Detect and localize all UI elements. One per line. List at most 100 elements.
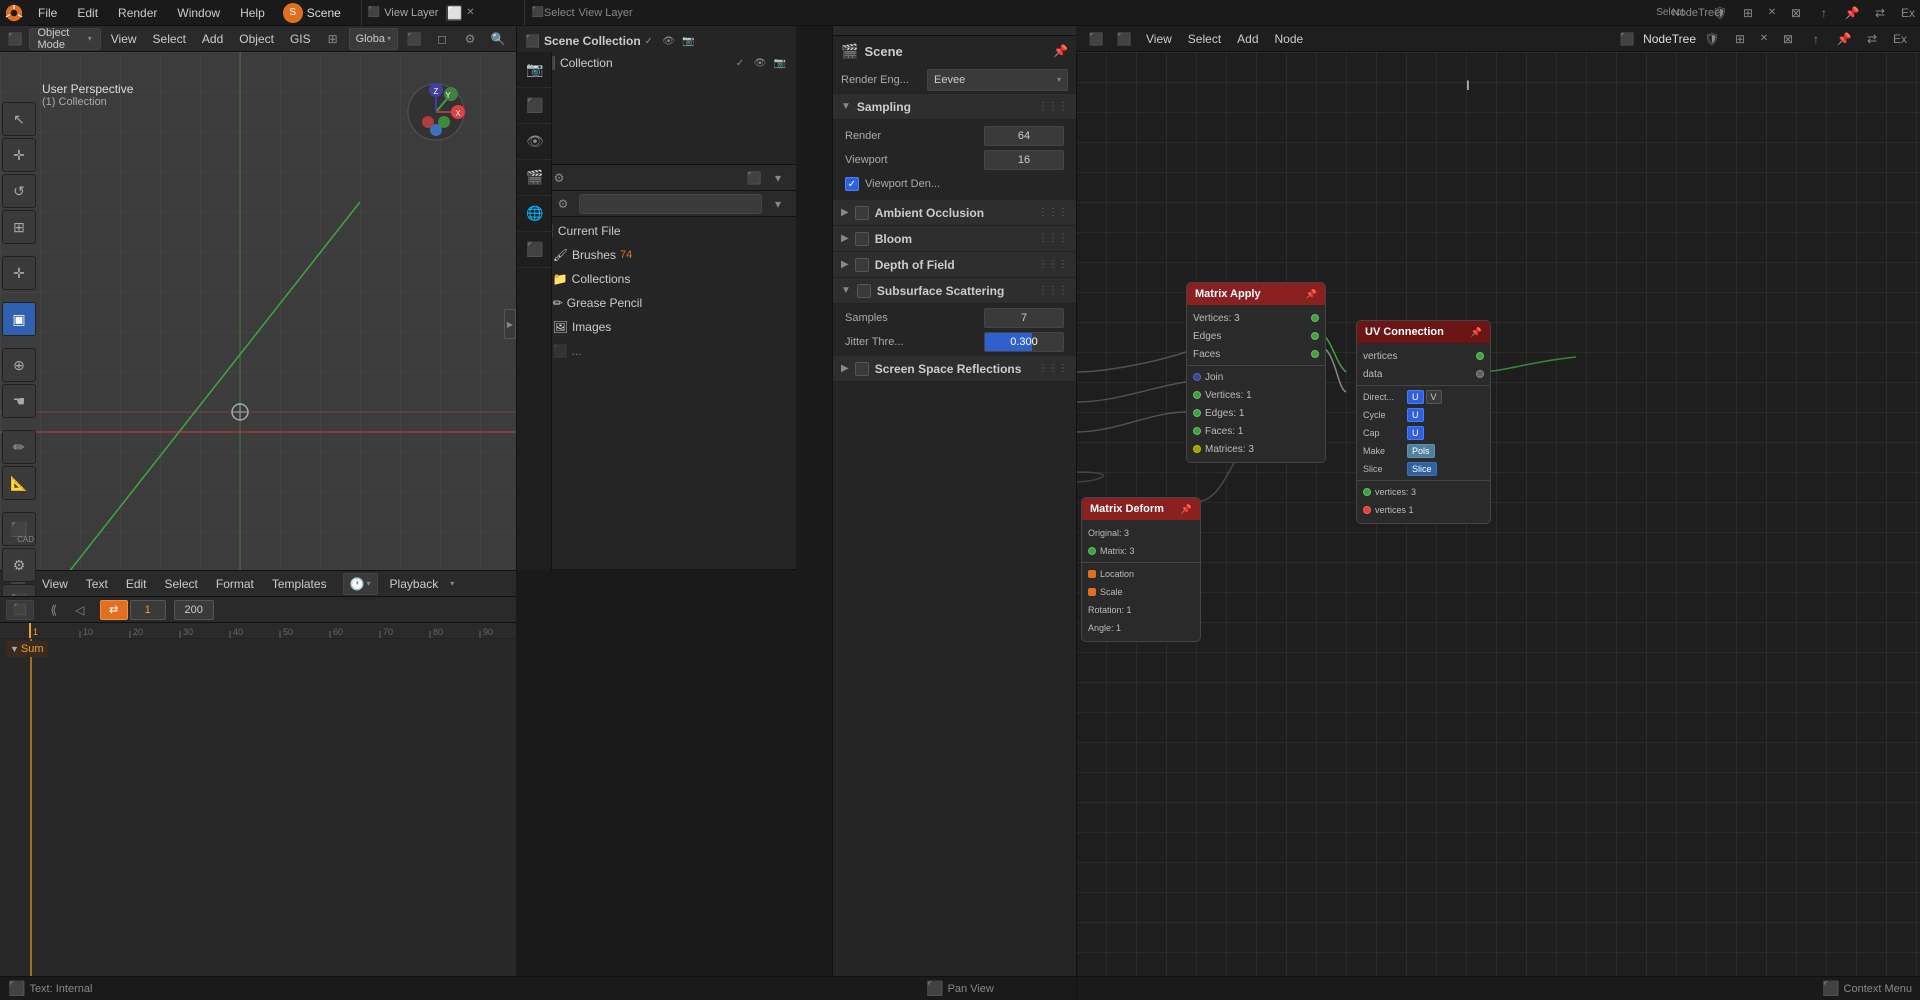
scene-pin-btn[interactable]: 📌 xyxy=(1053,44,1068,58)
timeline-view-menu[interactable]: View xyxy=(36,573,74,595)
uv-slice-btn[interactable]: Slice xyxy=(1407,462,1437,476)
cube-btn[interactable]: ⬛ xyxy=(2,584,36,596)
sss-checkbox[interactable] xyxy=(857,284,871,298)
search-icon[interactable]: 🔍 xyxy=(486,28,510,50)
menu-edit[interactable]: Edit xyxy=(67,0,108,26)
top-arrow-icon[interactable]: ↑ xyxy=(1812,2,1836,24)
viewport-object-menu[interactable]: Object xyxy=(233,28,280,50)
matrix-apply-node[interactable]: Matrix Apply 📌 Vertices: 3 Edges Faces J… xyxy=(1186,282,1326,463)
viewport-add-menu[interactable]: Add xyxy=(196,28,229,50)
annotate-btn[interactable]: ✏ xyxy=(2,430,36,464)
menu-file[interactable]: File xyxy=(28,0,67,26)
matrix-deform-node[interactable]: Matrix Deform 📌 Original: 3 Matrix: 3 Lo… xyxy=(1081,497,1201,642)
node-expand-icon[interactable]: Ex xyxy=(1888,28,1912,50)
viewport-collapse-btn[interactable]: ▶ xyxy=(504,309,516,339)
brushes-item[interactable]: ▶ 🖌 Brushes 74 xyxy=(517,243,796,267)
menu-help[interactable]: Help xyxy=(230,0,275,26)
e1-in-socket[interactable] xyxy=(1193,409,1201,417)
render-icon-output[interactable]: ⬛ xyxy=(517,88,553,124)
top-swap-icon[interactable]: ⇄ xyxy=(1868,2,1892,24)
top-pin-icon[interactable]: 📌 xyxy=(1840,2,1864,24)
end-frame-input[interactable]: 200 xyxy=(174,600,214,620)
timeline-text-menu[interactable]: Text xyxy=(80,573,114,595)
bloom-checkbox[interactable] xyxy=(855,232,869,246)
render-icon-scene[interactable]: 🎬 xyxy=(517,160,553,196)
node-view-icon[interactable]: ⬛ xyxy=(1112,28,1136,50)
transform-icon[interactable]: ⊞ xyxy=(321,28,345,50)
bloom-header[interactable]: ▶ Bloom ⋮⋮⋮ xyxy=(833,226,1076,252)
timeline-templates-menu[interactable]: Templates xyxy=(266,573,333,595)
viewport-select-menu[interactable]: Select xyxy=(147,28,192,50)
f1-in-socket[interactable] xyxy=(1193,427,1201,435)
node-swap-icon[interactable]: ⇄ xyxy=(1860,28,1884,50)
select-tool-btn[interactable]: ↖ xyxy=(2,102,36,136)
menu-render[interactable]: Render xyxy=(108,0,167,26)
playback-menu[interactable]: Playback xyxy=(384,573,445,595)
render-icon-view[interactable]: 👁 xyxy=(517,124,553,160)
extra-tool-btn[interactable]: ⚙ xyxy=(2,548,36,582)
scene-collection-item[interactable]: ⬛ Scene Collection ✓ 👁 📷 xyxy=(517,30,796,52)
transform-tool-btn[interactable]: ✛ xyxy=(2,256,36,290)
scene-collection-camera-icon[interactable]: 📷 xyxy=(681,33,697,49)
shading-solid-icon[interactable]: ⬛ xyxy=(402,28,426,50)
top-close-btn[interactable]: ✕ xyxy=(1764,5,1780,21)
join-in-socket[interactable] xyxy=(1193,373,1201,381)
move-tool-btn[interactable]: ✛ xyxy=(2,138,36,172)
asset-icon2[interactable]: ⬛ xyxy=(742,167,766,189)
ssr-checkbox[interactable] xyxy=(855,362,869,376)
uv-pols-btn[interactable]: Pols xyxy=(1407,444,1435,458)
render-icon-object[interactable]: ⬛ xyxy=(517,232,553,268)
asset-search-input[interactable] xyxy=(579,194,762,214)
frame-jump-btn[interactable]: ⇄ xyxy=(100,600,128,620)
sss-jitter-value[interactable]: 0.300 xyxy=(984,332,1064,352)
timeline-icon-btn[interactable]: ⬛ xyxy=(6,600,34,620)
node-close-btn[interactable]: ✕ xyxy=(1756,31,1772,47)
node-shield-icon[interactable]: 🛡 xyxy=(1700,28,1724,50)
ambient-occlusion-header[interactable]: ▶ Ambient Occlusion ⋮⋮⋮ xyxy=(833,200,1076,226)
shading-wire-icon[interactable]: ◻ xyxy=(430,28,454,50)
vertices-out-socket[interactable] xyxy=(1311,314,1319,322)
top-copy-icon[interactable]: ⊞ xyxy=(1736,2,1760,24)
render-icon-world[interactable]: 🌐 xyxy=(517,196,553,232)
v1-in-socket[interactable] xyxy=(1193,391,1201,399)
node-type2-icon[interactable]: ⬛ xyxy=(1615,28,1639,50)
pan-tool-btn[interactable]: ☚ xyxy=(2,384,36,418)
clock-icon-btn[interactable]: 🕐 ▾ xyxy=(343,573,378,595)
viewport-type-icon[interactable]: ⬛ xyxy=(6,28,25,50)
asset-sort-icon[interactable]: ▾ xyxy=(766,193,790,215)
collection-item[interactable]: ⬛ Collection ✓ 👁 📷 xyxy=(517,52,796,74)
node-select-menu[interactable]: Select xyxy=(1182,28,1227,50)
scene-collection-eye-icon[interactable]: 👁 xyxy=(661,33,677,49)
top-expand-icon[interactable]: Ex xyxy=(1896,2,1920,24)
m3-in-socket[interactable] xyxy=(1193,445,1201,453)
timeline-format-menu[interactable]: Format xyxy=(210,573,260,595)
timeline-select-menu[interactable]: Select xyxy=(159,573,204,595)
node-copy-icon[interactable]: ⊞ xyxy=(1728,28,1752,50)
top-link-icon[interactable]: ⊠ xyxy=(1784,2,1808,24)
render-samples-value[interactable]: 64 xyxy=(984,126,1064,146)
ssr-header[interactable]: ▶ Screen Space Reflections ⋮⋮⋮ xyxy=(833,356,1076,382)
cursor-tool-btn[interactable]: ⊕ xyxy=(2,348,36,382)
collections-item[interactable]: ▶ 📁 Collections xyxy=(517,267,796,291)
uv-cap-u-btn[interactable]: U xyxy=(1407,426,1424,440)
grease-pencil-item[interactable]: ▶ ✏ Grease Pencil xyxy=(517,291,796,315)
top-shield-icon[interactable]: 🛡 xyxy=(1708,2,1732,24)
sss-header[interactable]: ▼ Subsurface Scattering ⋮⋮⋮ xyxy=(833,278,1076,304)
frame-step-back-icon[interactable]: ◁ xyxy=(68,599,92,621)
node-link-icon[interactable]: ⊠ xyxy=(1776,28,1800,50)
current-file-item[interactable]: ▼ ⬛ Current File xyxy=(517,219,796,243)
scale-tool-btn[interactable]: ⊞ xyxy=(2,210,36,244)
uv-data-out-socket[interactable] xyxy=(1476,370,1484,378)
render-engine-dropdown[interactable]: Eevee ▾ xyxy=(927,69,1068,91)
node-add-menu[interactable]: Add xyxy=(1231,28,1264,50)
object-mode-selector[interactable]: Object Mode ▾ xyxy=(29,28,101,50)
uv-vertices-out-socket[interactable] xyxy=(1476,352,1484,360)
node-view-menu[interactable]: View xyxy=(1140,28,1178,50)
render-icon-camera[interactable]: 📷 xyxy=(517,52,553,88)
uv-connection-node[interactable]: UV Connection 📌 vertices data Direct... … xyxy=(1356,320,1491,524)
box-select-btn[interactable]: ▣ xyxy=(2,302,36,336)
sampling-section-header[interactable]: ▼ Sampling ⋮⋮⋮ xyxy=(833,94,1076,120)
overlay-icon[interactable]: ⚙ xyxy=(458,28,482,50)
viewport-expand-icon[interactable]: ⬜ xyxy=(446,5,462,21)
uv-cycle-u-btn[interactable]: U xyxy=(1407,408,1424,422)
